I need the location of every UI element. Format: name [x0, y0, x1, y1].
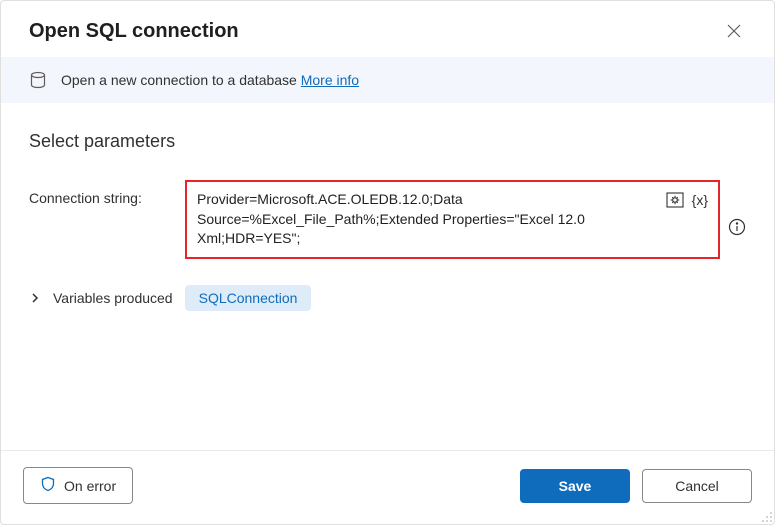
close-button[interactable]	[722, 19, 746, 43]
more-info-link[interactable]: More info	[301, 72, 359, 88]
variable-picker-icon[interactable]: {x}	[692, 192, 708, 208]
cancel-button[interactable]: Cancel	[642, 469, 752, 503]
dialog-footer: On error Save Cancel	[1, 450, 774, 524]
variables-produced-label: Variables produced	[53, 290, 173, 306]
on-error-label: On error	[64, 478, 116, 494]
banner-description: Open a new connection to a database	[61, 72, 301, 88]
connection-string-actions: {x}	[666, 190, 708, 208]
configure-icon[interactable]	[666, 192, 684, 208]
connection-string-input[interactable]: Provider=Microsoft.ACE.OLEDB.12.0;Data S…	[185, 180, 720, 259]
connection-string-wrap: Provider=Microsoft.ACE.OLEDB.12.0;Data S…	[185, 180, 746, 259]
chevron-right-icon[interactable]	[29, 292, 41, 304]
on-error-button[interactable]: On error	[23, 467, 133, 504]
dialog-title: Open SQL connection	[29, 20, 239, 43]
dialog-header: Open SQL connection	[1, 1, 774, 57]
banner-text: Open a new connection to a database More…	[61, 72, 359, 88]
connection-string-row: Connection string: Provider=Microsoft.AC…	[29, 180, 746, 259]
footer-actions: Save Cancel	[520, 469, 752, 503]
variables-produced-row: Variables produced SQLConnection	[29, 285, 746, 311]
variable-pill[interactable]: SQLConnection	[185, 285, 312, 311]
connection-string-label: Connection string:	[29, 180, 169, 206]
info-icon[interactable]	[728, 202, 746, 236]
save-button[interactable]: Save	[520, 469, 630, 503]
dialog-content: Select parameters Connection string: Pro…	[1, 103, 774, 450]
close-icon	[726, 23, 742, 39]
section-title: Select parameters	[29, 131, 746, 152]
info-banner: Open a new connection to a database More…	[1, 57, 774, 103]
connection-string-value: Provider=Microsoft.ACE.OLEDB.12.0;Data S…	[197, 190, 660, 249]
shield-icon	[40, 476, 56, 495]
database-icon	[29, 71, 47, 89]
